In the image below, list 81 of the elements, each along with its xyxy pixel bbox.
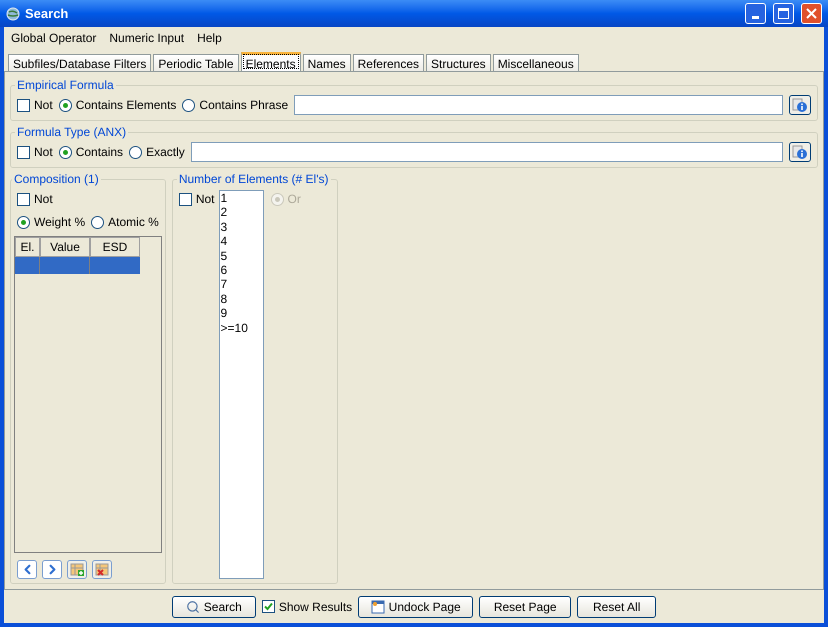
info-icon [792,97,808,113]
list-item[interactable]: 4 [220,234,263,249]
radio-option[interactable]: Exactly [129,143,185,161]
lookup-button[interactable] [789,142,811,162]
table-add-icon [70,562,84,576]
column-header[interactable]: Value [40,237,90,257]
add-row-button[interactable] [67,560,87,579]
group-title: Empirical Formula [16,77,115,94]
checkbox-box[interactable] [17,192,30,206]
radio-label: Contains [76,144,124,161]
group-title: Composition (1) [13,171,100,188]
radio-option[interactable]: Contains [58,143,124,161]
group-title: Formula Type (ANX) [16,124,128,141]
list-item[interactable]: 5 [220,248,263,264]
list-item[interactable]: 3 [220,220,263,234]
checkbox[interactable]: Not [17,143,53,161]
checkbox-label: Show Results [278,598,352,616]
radio-option[interactable]: Contains Phrase [182,96,288,114]
checkbox-box[interactable] [178,192,192,206]
undock-button[interactable]: Undock Page [358,596,474,618]
minimize-button[interactable] [745,3,766,24]
checkbox-box[interactable] [262,600,275,613]
checkbox-box[interactable] [17,98,30,112]
text-field[interactable] [294,95,783,115]
checkbox[interactable]: Not [178,190,215,208]
checkbox[interactable]: Show Results [262,598,352,616]
radio-label: Atomic % [108,214,159,231]
checkbox-label: Not [34,144,53,161]
info-icon [792,144,808,160]
next-button[interactable] [42,560,62,579]
table-delete-icon [94,562,110,576]
radio-label: Weight % [34,214,86,231]
list-box[interactable]: 1 2 3 4 5 6 7 8 9 >=10 [218,190,264,579]
window-icon [370,600,385,614]
tab[interactable]: Miscellaneous [492,54,579,71]
list-item[interactable]: 6 [220,263,263,278]
close-button[interactable] [801,3,822,24]
maximize-button[interactable] [773,3,794,24]
checkbox-label: Not [34,191,53,208]
tab[interactable]: Names [302,54,351,71]
previous-button[interactable] [17,560,37,579]
list-item[interactable]: >=10 [220,320,263,336]
radio-option[interactable]: Contains Elements [58,96,176,114]
menu-item[interactable]: Global Operator [11,29,96,47]
tab[interactable]: Subfiles/Database Filters [8,54,152,71]
radio-option[interactable]: Weight % [17,213,86,231]
checkbox-label: Not [196,191,215,208]
list-item[interactable]: 8 [220,292,263,306]
checkbox[interactable]: Not [17,96,53,114]
search-button[interactable]: Search [172,596,256,618]
checkbox[interactable]: Not [17,190,159,208]
menu-item[interactable]: Numeric Input [109,29,184,47]
search-icon [186,600,200,614]
radio-option[interactable]: Atomic % [91,213,159,231]
list-item[interactable]: 7 [220,277,263,292]
checkbox-label: Not [34,97,53,114]
check-icon [264,602,273,611]
column-header[interactable]: El. [15,237,40,257]
text-field[interactable] [190,142,783,162]
delete-row-button[interactable] [92,560,112,579]
menu-item[interactable]: Help [197,29,222,47]
tab[interactable]: Elements [240,52,301,71]
list-item[interactable]: 9 [220,306,263,321]
checkbox-box[interactable] [17,146,30,158]
reset-page-button[interactable]: Reset Page [479,596,572,618]
tab[interactable]: Structures [426,54,491,71]
globe-icon [6,6,20,20]
reset-all-button[interactable]: Reset All [577,596,656,618]
radio-label: Exactly [146,144,185,161]
group-title: Number of Elements (# El's) [178,171,330,188]
window-title: Search [25,4,68,23]
list-item[interactable]: 2 [220,205,263,220]
tab[interactable]: Periodic Table [153,54,239,71]
close-icon [806,8,817,19]
radio-label: Contains Elements [76,97,176,114]
list-item[interactable]: 1 [220,191,263,206]
column-header[interactable]: ESD [90,237,140,257]
radio-label: Or [288,191,301,208]
tab[interactable]: References [352,54,424,71]
lookup-button[interactable] [789,95,811,115]
radio-label: Contains Phrase [199,97,288,114]
